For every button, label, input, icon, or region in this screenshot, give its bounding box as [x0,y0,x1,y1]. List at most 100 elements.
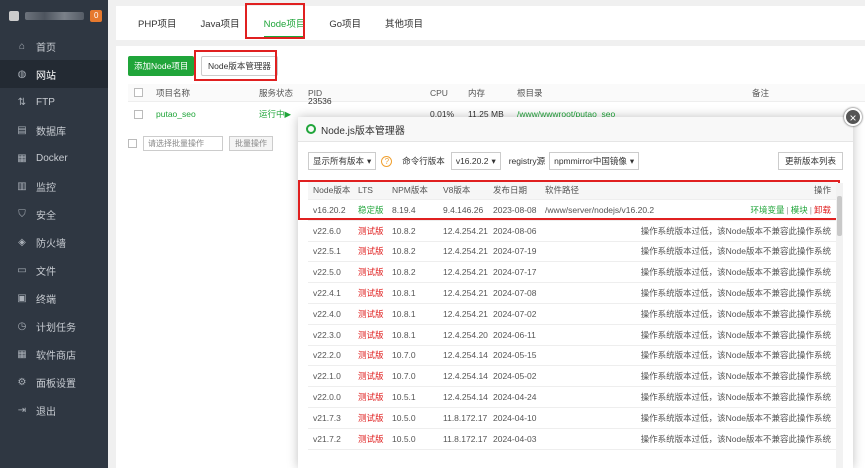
v8-value: 12.4.254.21 [443,308,488,319]
node-version-manager-dialog: Node.js版本管理器 显示所有版本 ▾ ? 命令行版本 v16.20.2 ▾ r… [298,117,853,468]
version-value: v22.4.1 [313,288,341,299]
table-row: v22.4.1 测试版 10.8.1 12.4.254.21 2024-07-08 操作系… [308,283,836,304]
lts-badge: 测试版 [358,350,384,361]
lts-badge: 测试版 [358,329,384,340]
version-value: v22.3.0 [313,329,341,340]
footer-checkbox[interactable] [128,139,137,148]
tab-other[interactable]: 其他项目 [373,16,435,40]
sidebar-item-label: 面板设置 [36,378,76,390]
add-node-project-button[interactable]: 添加Node项目 [128,56,195,76]
sidebar-item-label: 文件 [36,266,56,278]
v8-value: 12.4.254.20 [443,329,488,340]
date-value: 2024-05-02 [493,371,537,382]
date-value: 2024-07-08 [493,288,537,299]
sidebar-item-13[interactable]: ⇥ 退出 [0,396,108,424]
sidebar-item-7[interactable]: ◈ 防火墙 [0,228,108,256]
sidebar-item-label: 终端 [36,294,56,306]
sidebar-header: 0 [0,0,108,32]
npm-value: 10.8.2 [392,267,416,278]
date-value: 2024-04-10 [493,412,537,423]
sidebar-item-4[interactable]: ▦ Docker [0,144,108,172]
table-row: v21.7.3 测试版 10.5.0 11.8.172.17 2024-04-10 操作系… [308,408,836,429]
npm-value: 10.5.0 [392,433,416,444]
version-value: v21.7.3 [313,412,341,423]
lts-badge: 测试版 [358,288,384,299]
npm-value: 10.7.0 [392,350,416,361]
v8-value: 11.8.172.17 [443,412,488,423]
sidebar-item-3[interactable]: ▤ 数据库 [0,116,108,144]
unsupported-note: 操作系统版本过低，该Node版本不兼容此操作系统 [640,246,831,257]
chevron-down-icon: ▾ [367,156,372,166]
sidebar-item-label: 首页 [36,42,56,54]
sidebar-item-8[interactable]: ▭ 文件 [0,256,108,284]
lts-badge: 测试版 [358,308,384,319]
close-icon[interactable]: × [844,108,862,126]
table-row: v22.2.0 测试版 10.7.0 12.4.254.14 2024-05-15 操作系… [308,346,836,367]
sidebar-item-label: 监控 [36,182,56,194]
cmd-version-select[interactable]: v16.20.2 ▾ [450,152,501,170]
status-badge[interactable]: 运行中▶ [259,108,291,120]
batch-select[interactable]: 请选择批量操作 [143,136,223,151]
version-filter-select[interactable]: 显示所有版本 ▾ [308,152,377,170]
date-value: 2024-08-06 [493,225,537,236]
help-icon[interactable]: ? [381,155,393,167]
registry-label: registry源 [508,156,546,166]
refresh-version-list-button[interactable]: 更新版本列表 [777,152,843,170]
sidebar: 0 ⌂ 首页 ◍ 网站 ⇅ FTP ▤ 数据库 ▦ Docker ▥ 监控 ⛉ 安全 ◈ 防火墙 ▭ 文件 ▣ 终端 ◷… [0,0,108,468]
npm-value: 10.5.0 [392,412,416,423]
v8-value: 12.4.254.21 [443,288,488,299]
scrollbar-thumb[interactable] [837,196,842,236]
server-name-blurred [24,12,85,20]
unsupported-note: 操作系统版本过低，该Node版本不兼容此操作系统 [640,371,831,382]
version-value: v22.6.0 [313,225,341,236]
row-checkbox[interactable] [134,109,143,119]
header-cpu[interactable]: CPU [430,88,448,98]
table-row: v22.5.1 测试版 10.8.2 12.4.254.21 2024-07-19 操作系… [308,242,836,263]
version-value: v21.7.2 [313,433,341,444]
tab-go[interactable]: Go项目 [317,16,373,40]
table-row: v22.0.0 测试版 10.5.1 12.4.254.14 2024-04-24 操作系… [308,387,836,408]
unsupported-note: 操作系统版本过低，该Node版本不兼容此操作系统 [640,433,831,444]
sidebar-item-label: 退出 [36,406,56,418]
sidebar-item-label: 安全 [36,210,56,222]
header-name[interactable]: 项目名称 [156,87,190,99]
table-row: v22.6.0 测试版 10.8.2 12.4.254.21 2024-08-06 操作系… [308,221,836,242]
project-name-link[interactable]: putao_seo [156,109,196,119]
notification-badge[interactable]: 0 [90,10,102,22]
v8-value: 12.4.254.21 [443,246,488,257]
sidebar-item-9[interactable]: ▣ 终端 [0,284,108,312]
table-row: v22.1.0 测试版 10.7.0 12.4.254.14 2024-05-02 操作系… [308,366,836,388]
nodejs-icon [306,124,316,134]
header-status[interactable]: 服务状态 [259,87,293,99]
header-root[interactable]: 根目录 [517,87,543,99]
home-icon: ⌂ [18,40,26,52]
unsupported-note: 操作系统版本过低，该Node版本不兼容此操作系统 [640,288,831,299]
batch-button[interactable]: 批量操作 [229,136,273,151]
sidebar-item-0[interactable]: ⌂ 首页 [0,32,108,60]
tab-java[interactable]: Java项目 [189,16,252,40]
sidebar-item-1[interactable]: ◍ 网站 [0,60,108,88]
version-value: v22.4.0 [313,308,341,319]
sidebar-item-5[interactable]: ▥ 监控 [0,172,108,200]
sidebar-item-2[interactable]: ⇅ FTP [0,88,108,116]
sidebar-item-10[interactable]: ◷ 计划任务 [0,312,108,340]
gear-icon: ⚙ [17,376,27,388]
select-all-checkbox[interactable] [134,88,143,97]
registry-select[interactable]: npmmirror中国镜像 ▾ [549,152,640,170]
sidebar-item-12[interactable]: ⚙ 面板设置 [0,368,108,396]
sidebar-item-6[interactable]: ⛉ 安全 [0,200,108,228]
date-value: 2024-04-03 [493,433,537,444]
date-value: 2024-07-17 [493,267,537,278]
date-value: 2024-04-24 [493,392,537,403]
npm-value: 10.8.2 [392,225,416,236]
version-value: v22.0.0 [313,392,341,403]
header-memory[interactable]: 内存 [468,87,485,99]
ftp-icon: ⇅ [17,96,27,108]
version-table: Node版本 LTS NPM版本 V8版本 发布日期 软件路径 操作 v16.2… [308,181,836,450]
sidebar-item-label: 软件商店 [36,350,76,362]
tab-php[interactable]: PHP项目 [126,16,189,40]
sidebar-item-11[interactable]: ▦ 软件商店 [0,340,108,368]
database-icon: ▤ [17,124,27,136]
date-value: 2024-07-19 [493,246,537,257]
v8-value: 12.4.254.21 [443,267,488,278]
